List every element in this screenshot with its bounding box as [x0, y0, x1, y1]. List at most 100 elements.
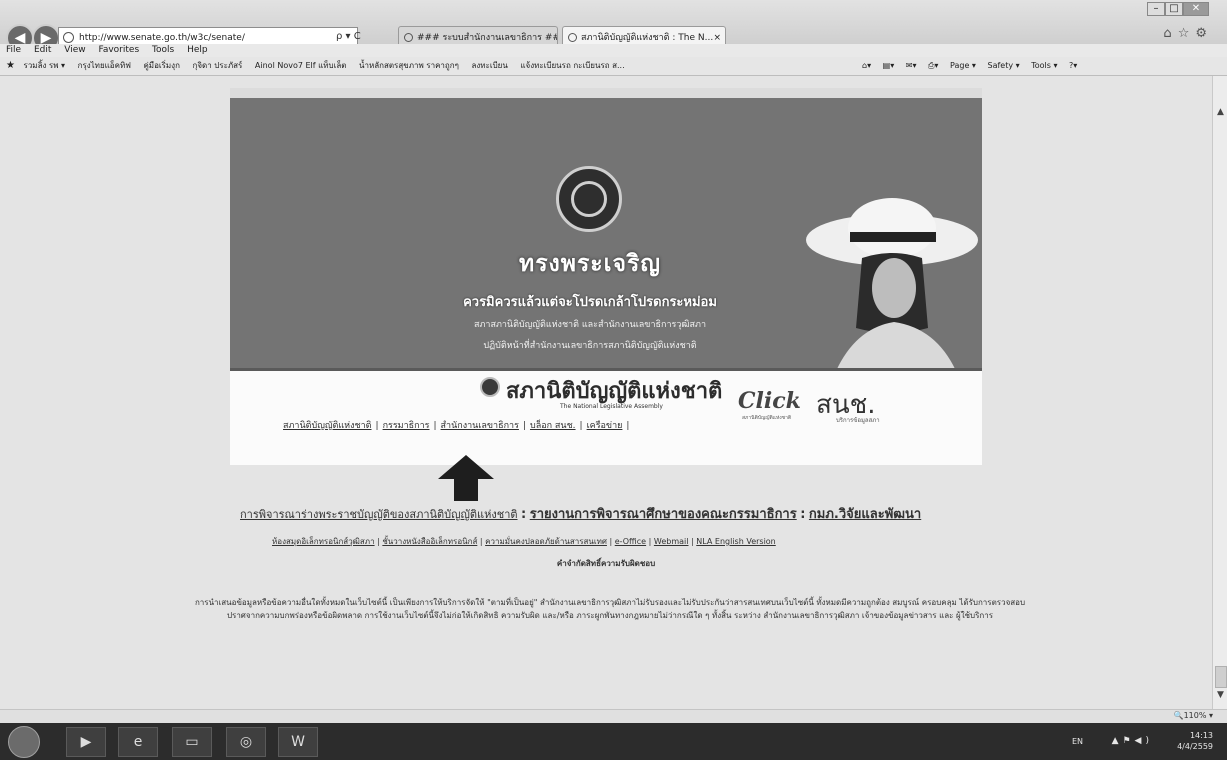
mail-icon[interactable]: ✉▾ — [906, 61, 917, 70]
royal-banner: ทรงพระเจริญ ควรมิควรแล้วแต่จะโปรดเกล้าโป… — [230, 88, 982, 371]
chrome-icon[interactable]: ◎ — [226, 727, 266, 757]
tools-menu[interactable]: Tools ▾ — [1031, 61, 1057, 70]
zoom-value: 110% — [1183, 711, 1207, 720]
nav-separator: | — [579, 421, 583, 431]
banner-line-4: ปฏิบัติหน้าที่สำนักงานเลขาธิการสภานิติบั… — [483, 341, 697, 351]
click-logo-caption: สภานิติบัญญัติแห่งชาติ — [742, 415, 792, 421]
safety-menu[interactable]: Safety ▾ — [987, 61, 1019, 70]
nav-separator: | — [626, 421, 630, 431]
menu-view[interactable]: View — [64, 45, 85, 55]
status-bar: 🔍110% ▾ — [0, 709, 1227, 724]
logo-panel: สภานิติบัญญัติแห่งชาติ The National Legi… — [230, 371, 982, 465]
home-icon[interactable]: ⌂▾ — [862, 61, 871, 70]
snc-logo-caption: บริการข้อมูลสภา — [836, 417, 880, 424]
favorite-link[interactable]: รวมลิ้ง รพ ▾ — [24, 61, 66, 70]
help-menu[interactable]: ?▾ — [1069, 61, 1077, 70]
close-window-button[interactable]: ✕ — [1183, 2, 1209, 16]
address-url: http://www.senate.go.th/w3c/senate/ — [79, 33, 245, 43]
browser-icons: ⌂☆⚙ — [1163, 26, 1213, 41]
favorite-link[interactable]: น้ำหลักสตรสุขภาพ ราคาถูกๆ — [359, 61, 459, 70]
tab-label: สภานิติบัญญัติแห่งชาติ : The N... — [581, 33, 714, 43]
tray-icons[interactable]: ▲⚑◀) — [1112, 736, 1153, 746]
nla-emblem-icon — [480, 377, 500, 397]
portrait-image — [806, 198, 978, 371]
window-controls: – □ ✕ — [1147, 2, 1209, 16]
zoom-icon: 🔍 — [1173, 711, 1184, 720]
royal-emblem-icon — [556, 166, 622, 232]
file-explorer-icon[interactable]: ▭ — [172, 727, 212, 757]
feeds-icon[interactable]: ▤▾ — [883, 61, 895, 70]
maximize-button[interactable]: □ — [1165, 2, 1183, 16]
nav-link-blog[interactable]: บล็อก สนช. — [530, 421, 576, 431]
favorites-star-icon[interactable]: ★ — [6, 60, 15, 71]
clock-date: 4/4/2559 — [1177, 742, 1213, 751]
tab-label: ### ระบบสำนักงานเลขาธิการ ### — [417, 33, 558, 43]
main-nav-links: สภานิติบัญญัติแห่งชาติ | กรรมาธิการ | สำนักง… — [283, 418, 633, 432]
banner-headline: ทรงพระเจริญ — [519, 251, 661, 277]
home-icon[interactable]: ⌂ — [1163, 26, 1177, 41]
favorite-link[interactable]: Ainol Novo7 Elf แท็บเล็ต — [255, 61, 347, 70]
browser-titlebar: ◀ ▶ http://www.senate.go.th/w3c/senate/ … — [0, 0, 1227, 52]
link-webmail[interactable]: Webmail — [654, 537, 689, 546]
link-elibrary[interactable]: ห้องสมุดอิเล็กทรอนิกส์วุฒิสภา — [272, 537, 375, 546]
link-security[interactable]: ความมั่นคงปลอดภัยด้านสารสนเทศ — [485, 537, 607, 546]
menu-tools[interactable]: Tools — [152, 45, 174, 55]
menu-edit[interactable]: Edit — [34, 45, 51, 55]
nav-link-secretariat[interactable]: สำนักงานเลขาธิการ — [441, 421, 519, 431]
nav-separator: | — [433, 421, 437, 431]
favorite-link[interactable]: คู่มือเริ่มงุก — [143, 61, 179, 70]
command-bar: ⌂▾ ▤▾ ✉▾ ⎙▾ Page ▾ Safety ▾ Tools ▾ ?▾ — [862, 57, 1086, 75]
scroll-thumb[interactable] — [1215, 666, 1227, 688]
globe-icon — [63, 32, 74, 43]
link-english-version[interactable]: NLA English Version — [696, 537, 776, 546]
language-indicator[interactable]: EN — [1072, 737, 1083, 746]
menu-file[interactable]: File — [6, 45, 21, 55]
click-logo[interactable]: Click — [738, 388, 801, 414]
annotation-up-arrow-icon — [438, 455, 494, 501]
zoom-level[interactable]: 🔍110% ▾ — [1174, 711, 1213, 720]
print-icon[interactable]: ⎙▾ — [928, 61, 938, 70]
link-separator: : — [521, 507, 527, 522]
taskbar: ▶ e ▭ ◎ W EN ▲⚑◀) 14:13 4/4/2559 — [0, 723, 1227, 760]
favorite-link[interactable]: แจ้งทะเบียนรถ กะเบียนรถ ส... — [520, 61, 624, 70]
nav-separator: | — [375, 421, 379, 431]
media-player-icon[interactable]: ▶ — [66, 727, 106, 757]
nav-link-nla[interactable]: สภานิติบัญญัติแห่งชาติ — [283, 421, 372, 431]
disclaimer-title: คำจำกัดสิทธิ์ความรับผิดชอบ — [556, 559, 656, 568]
link-committee-reports[interactable]: รายงานการพิจารณาศึกษาของคณะกรรมาธิการ — [530, 507, 797, 522]
clock[interactable]: 14:13 4/4/2559 — [1177, 730, 1213, 752]
link-draft-bills[interactable]: การพิจารณาร่างพระราชบัญญัติของสภานิติบัญ… — [240, 508, 518, 521]
menu-bar: File Edit View Favorites Tools Help — [0, 44, 1227, 57]
nav-separator: | — [522, 421, 526, 431]
favorites-star-icon[interactable]: ☆ — [1178, 26, 1196, 41]
favorite-link[interactable]: กุจิดา ประภัสร์ — [192, 61, 242, 70]
scroll-down-icon[interactable]: ▼ — [1215, 689, 1226, 701]
nav-link-network[interactable]: เครือข่าย — [587, 421, 623, 431]
favorite-link[interactable]: กรุงไทยแอ็คทิฟ — [78, 61, 131, 70]
link-eoffice[interactable]: e-Office — [615, 537, 646, 546]
word-icon[interactable]: W — [278, 727, 318, 757]
banner-top-strip — [230, 88, 982, 98]
footer-secondary-links: ห้องสมุดอิเล็กทรอนิกส์วุฒิสภา | ชั้นวางห… — [272, 537, 776, 546]
menu-help[interactable]: Help — [187, 45, 208, 55]
link-separator: : — [800, 507, 806, 522]
banner-subline: ควรมิควรแล้วแต่จะโปรดเกล้าโปรดกระหม่อม — [463, 295, 717, 310]
menu-favorites[interactable]: Favorites — [98, 45, 139, 55]
scroll-up-icon[interactable]: ▲ — [1215, 106, 1226, 118]
internet-explorer-icon[interactable]: e — [118, 727, 158, 757]
page-menu[interactable]: Page ▾ — [950, 61, 976, 70]
disclaimer-text: การนำเสนอข้อมูลหรือข้อความอื่นใดทั้งหมดใ… — [194, 598, 1026, 620]
site-subtitle: The National Legislative Assembly — [560, 403, 663, 410]
minimize-button[interactable]: – — [1147, 2, 1165, 16]
link-research[interactable]: กมภ.วิจัยและพัฒนา — [809, 507, 921, 522]
clock-time: 14:13 — [1189, 731, 1213, 740]
favorite-link[interactable]: ลงทะเบียน — [471, 61, 507, 70]
settings-gear-icon[interactable]: ⚙ — [1195, 26, 1213, 41]
page-icon — [568, 33, 577, 42]
nav-link-committee[interactable]: กรรมาธิการ — [383, 421, 430, 431]
page-icon — [404, 33, 413, 42]
link-ebookshelf[interactable]: ชั้นวางหนังสืออิเล็กทรอนิกส์ — [382, 537, 477, 546]
start-button[interactable] — [8, 726, 40, 758]
vertical-scrollbar[interactable]: ▲ ▼ — [1212, 76, 1227, 709]
footer-primary-links: การพิจารณาร่างพระราชบัญญัติของสภานิติบัญ… — [240, 503, 921, 524]
